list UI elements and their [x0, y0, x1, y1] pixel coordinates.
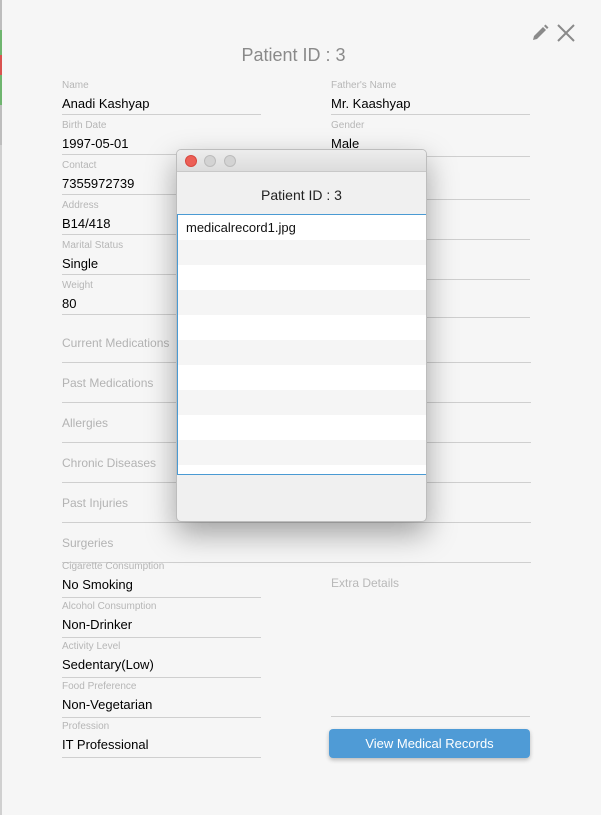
field-label: Activity Level	[62, 641, 121, 652]
field-label: Profession	[62, 721, 110, 732]
list-item[interactable]	[178, 240, 426, 265]
view-medical-records-button[interactable]: View Medical Records	[329, 729, 530, 758]
pencil-icon[interactable]	[529, 22, 551, 44]
field-label: Birth Date	[62, 120, 107, 131]
field-placeholder: Past Injuries	[62, 496, 129, 510]
dialog-title: Patient ID : 3	[261, 187, 342, 203]
medical-records-list[interactable]: medicalrecord1.jpg	[177, 214, 426, 475]
field-label: Name	[62, 80, 89, 91]
minimize-window-icon[interactable]	[204, 155, 216, 167]
field-value: Mr. Kaashyap	[331, 96, 411, 111]
field-placeholder: Past Medications	[62, 376, 154, 390]
fathers-name-field[interactable]: Father's Name Mr. Kaashyap	[331, 80, 530, 115]
field-label: Cigarette Consumption	[62, 561, 165, 572]
field-value: Non-Drinker	[62, 617, 133, 632]
close-icon[interactable]	[555, 22, 577, 44]
alcohol-consumption-field[interactable]: Alcohol Consumption Non-Drinker	[62, 601, 261, 638]
medical-records-dialog: Patient ID : 3 medicalrecord1.jpg	[176, 149, 427, 522]
field-placeholder: Chronic Diseases	[62, 456, 157, 470]
list-item[interactable]	[178, 290, 426, 315]
field-label: Father's Name	[331, 80, 397, 91]
list-item[interactable]: medicalrecord1.jpg	[178, 215, 426, 240]
list-item[interactable]	[178, 440, 426, 465]
extra-details-placeholder[interactable]: Extra Details	[331, 576, 399, 590]
field-placeholder: Surgeries	[62, 536, 114, 550]
field-placeholder: Current Medications	[62, 336, 170, 350]
close-window-icon[interactable]	[185, 155, 197, 167]
field-value: Sedentary(Low)	[62, 657, 154, 672]
field-placeholder: Allergies	[62, 416, 109, 430]
food-preference-field[interactable]: Food Preference Non-Vegetarian	[62, 681, 261, 718]
page-title: Patient ID : 3	[241, 45, 346, 65]
activity-level-field[interactable]: Activity Level Sedentary(Low)	[62, 641, 261, 678]
name-field[interactable]: Name Anadi Kashyap	[62, 80, 261, 115]
list-item[interactable]	[178, 390, 426, 415]
zoom-window-icon[interactable]	[224, 155, 236, 167]
field-value: No Smoking	[62, 577, 133, 592]
list-item[interactable]	[178, 365, 426, 390]
surgeries-field[interactable]: Surgeries	[62, 523, 531, 563]
list-item[interactable]	[178, 265, 426, 290]
dialog-titlebar[interactable]	[177, 150, 426, 172]
extra-details-underline	[331, 716, 530, 717]
cigarette-consumption-field[interactable]: Cigarette Consumption No Smoking	[62, 561, 261, 598]
field-label: Food Preference	[62, 681, 137, 692]
list-item[interactable]	[178, 315, 426, 340]
field-label: Gender	[331, 120, 365, 131]
list-item[interactable]	[178, 340, 426, 365]
field-label: Alcohol Consumption	[62, 601, 157, 612]
field-value: Anadi Kashyap	[62, 96, 150, 111]
profession-field[interactable]: Profession IT Professional	[62, 721, 261, 758]
list-item[interactable]	[178, 415, 426, 440]
field-value: Non-Vegetarian	[62, 697, 153, 712]
window-edge	[0, 0, 2, 815]
field-value: IT Professional	[62, 737, 149, 752]
